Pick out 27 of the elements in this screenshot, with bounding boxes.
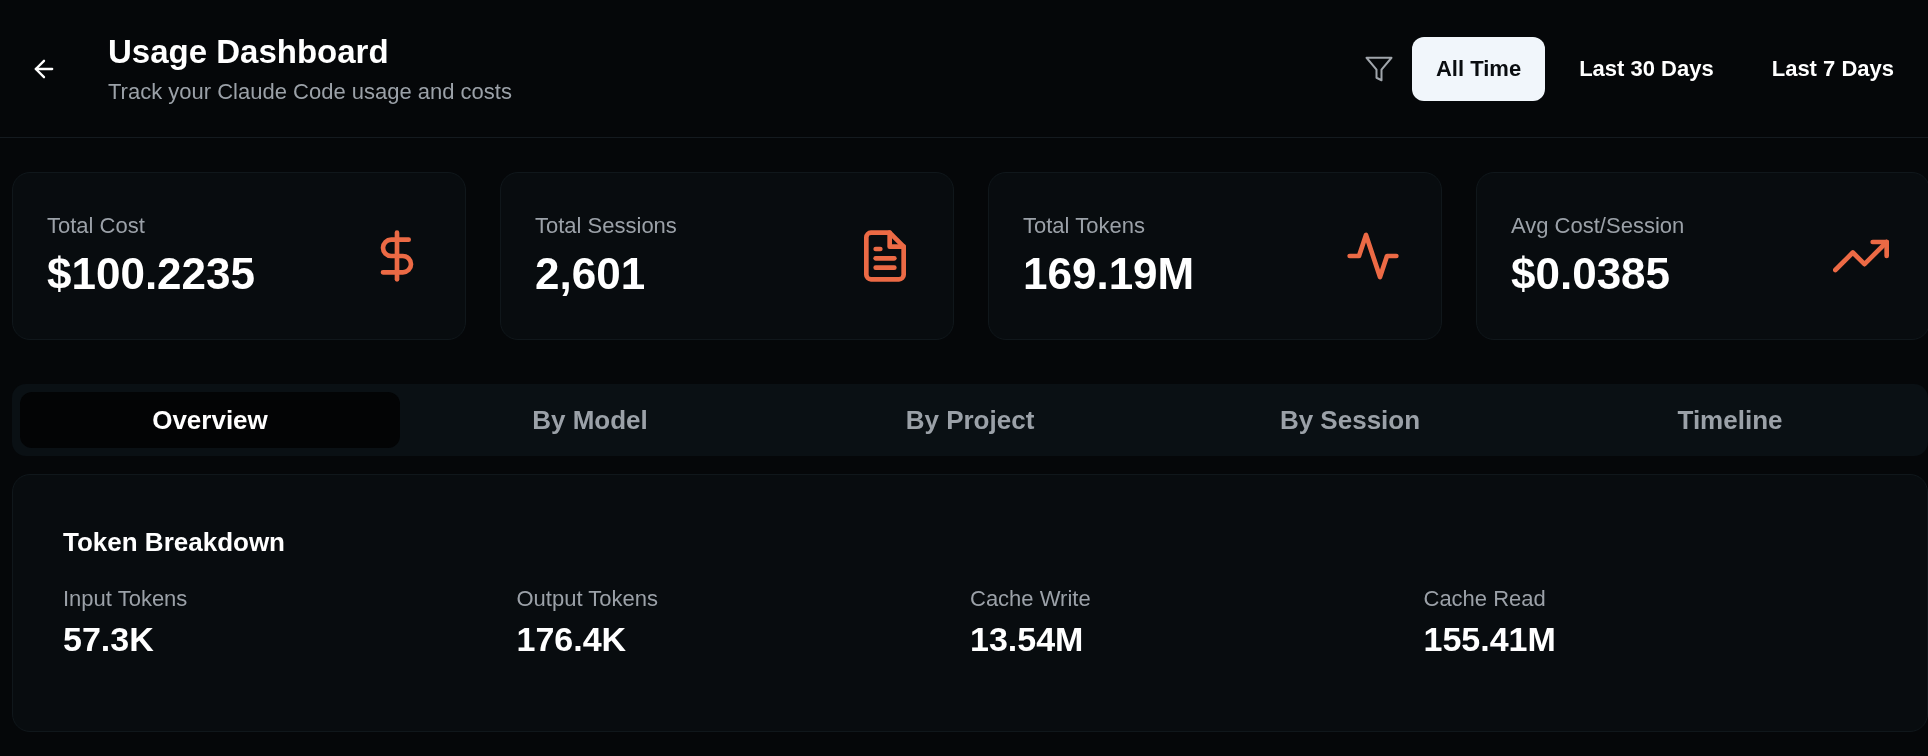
metric-label: Output Tokens bbox=[516, 586, 659, 612]
stat-label: Avg Cost/Session bbox=[1511, 213, 1686, 239]
page-subtitle: Track your Claude Code usage and costs bbox=[108, 78, 513, 105]
metric-value: 176.4K bbox=[516, 620, 628, 659]
tab[interactable]: By Model bbox=[400, 392, 780, 448]
tab[interactable]: Timeline bbox=[1540, 392, 1920, 448]
stat-value: $100.2235 bbox=[47, 249, 256, 299]
page-title: Usage Dashboard bbox=[108, 32, 390, 71]
metric-label: Input Tokens bbox=[63, 586, 189, 612]
stat-label: Total Tokens bbox=[1023, 213, 1146, 239]
stat-value: 169.19M bbox=[1023, 249, 1196, 299]
metric-label: Cache Write bbox=[970, 586, 1092, 612]
metric-label: Cache Read bbox=[1423, 586, 1547, 612]
time-range-button[interactable]: Last 30 Days bbox=[1555, 36, 1738, 101]
stat-label: Total Cost bbox=[47, 213, 146, 239]
tab[interactable]: By Project bbox=[780, 392, 1160, 448]
time-range-button[interactable]: All Time bbox=[1412, 36, 1546, 101]
panel-title: Token Breakdown bbox=[63, 527, 286, 558]
stat-label: Total Sessions bbox=[535, 213, 678, 239]
tab[interactable]: By Session bbox=[1160, 392, 1540, 448]
metric-value: 13.54M bbox=[970, 620, 1085, 659]
metric-value: 155.41M bbox=[1423, 620, 1557, 659]
stat-value: $0.0385 bbox=[1511, 249, 1672, 299]
metric-value: 57.3K bbox=[63, 620, 155, 659]
tab[interactable]: Overview bbox=[20, 392, 400, 448]
stat-value: 2,601 bbox=[535, 249, 647, 299]
time-range-button[interactable]: Last 7 Days bbox=[1747, 36, 1918, 101]
